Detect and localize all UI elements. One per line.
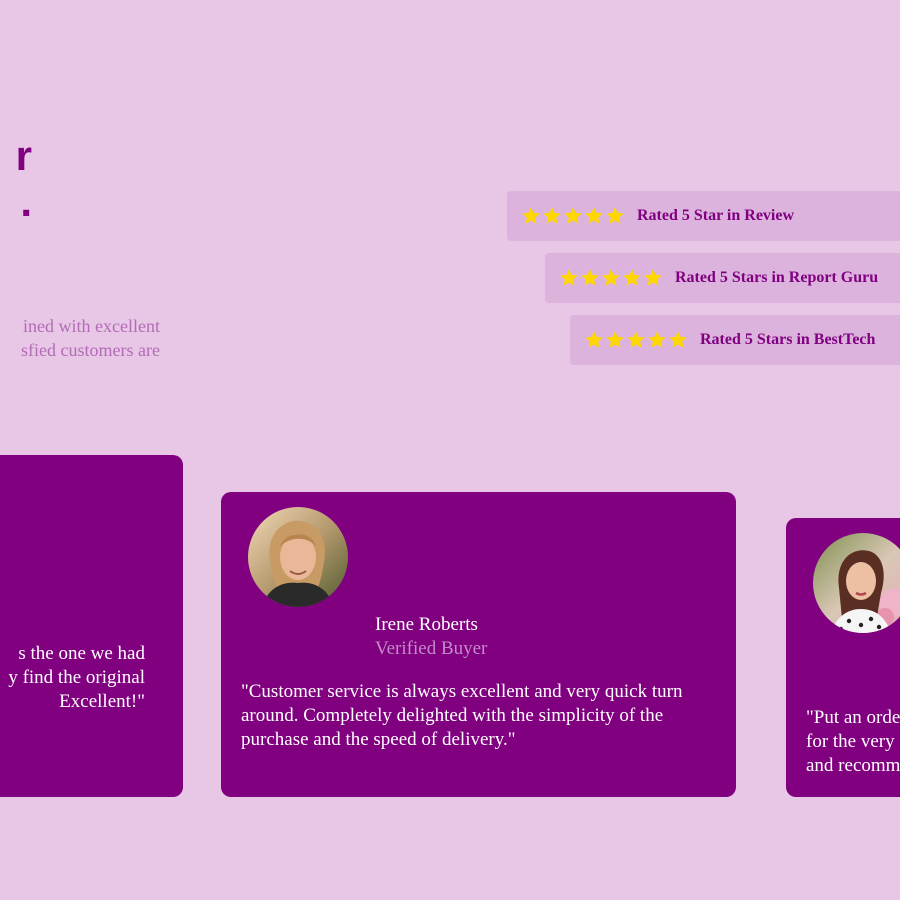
star-icon — [543, 207, 561, 224]
star-rating — [584, 330, 688, 350]
testimonial-quote: s the one we had y find the original Excel… — [0, 642, 145, 714]
testimonial-card: Irene Roberts Verified Buyer "Customer s… — [221, 492, 736, 797]
hero-title-line: r — [15, 132, 32, 179]
star-icon — [606, 207, 624, 224]
rating-label: Rated 5 Stars in Report Guru — [675, 269, 879, 286]
avatar-irene-roberts — [248, 507, 348, 607]
quote-line: and recomm — [806, 755, 900, 776]
star-icon — [585, 331, 603, 348]
star-icon — [560, 269, 578, 286]
quote-line: s the one we had — [18, 643, 145, 664]
quote-line: for the very — [806, 731, 895, 752]
star-icon — [627, 331, 645, 348]
testimonial-card: "Put an orde for the very and recomm — [786, 518, 900, 797]
star-icon — [581, 269, 599, 286]
star-icon — [644, 269, 662, 286]
avatar-customer — [813, 533, 900, 633]
hero-title: r . — [0, 133, 32, 225]
star-icon — [522, 207, 540, 224]
quote-line: around. Completely delighted with the si… — [241, 705, 664, 726]
quote-line: "Customer service is always excellent an… — [241, 681, 683, 702]
star-icon — [564, 207, 582, 224]
star-icon — [648, 331, 666, 348]
star-icon — [606, 331, 624, 348]
hero-description: ined with excellent sfied customers are — [0, 314, 160, 362]
hero-description-line: sfied customers are — [21, 340, 160, 360]
rating-badge-report-guru: Rated 5 Stars in Report Guru — [545, 253, 900, 303]
rating-badge-besttech: Rated 5 Stars in BestTech — [570, 315, 900, 365]
customer-photo — [813, 533, 900, 633]
quote-line: purchase and the speed of delivery." — [241, 729, 516, 750]
star-rating — [559, 268, 663, 288]
star-icon — [669, 331, 687, 348]
star-icon — [623, 269, 641, 286]
customer-role: Verified Buyer — [375, 638, 488, 659]
testimonial-quote: "Customer service is always excellent an… — [241, 680, 682, 752]
quote-line: Excellent!" — [59, 691, 145, 712]
rating-badge-review: Rated 5 Star in Review — [507, 191, 900, 241]
quote-line: y find the original — [8, 667, 145, 688]
star-icon — [602, 269, 620, 286]
star-icon — [585, 207, 603, 224]
customer-name: Irene Roberts — [375, 614, 478, 635]
rating-label: Rated 5 Stars in BestTech — [700, 331, 876, 348]
testimonial-quote: "Put an orde for the very and recomm — [806, 706, 900, 778]
quote-line: "Put an orde — [806, 707, 900, 728]
hero-title-line: . — [20, 178, 32, 225]
rating-label: Rated 5 Star in Review — [637, 207, 795, 224]
testimonial-card: s the one we had y find the original Excel… — [0, 455, 183, 797]
star-rating — [521, 206, 625, 226]
customer-photo — [248, 507, 348, 607]
hero-description-line: ined with excellent — [23, 316, 160, 336]
